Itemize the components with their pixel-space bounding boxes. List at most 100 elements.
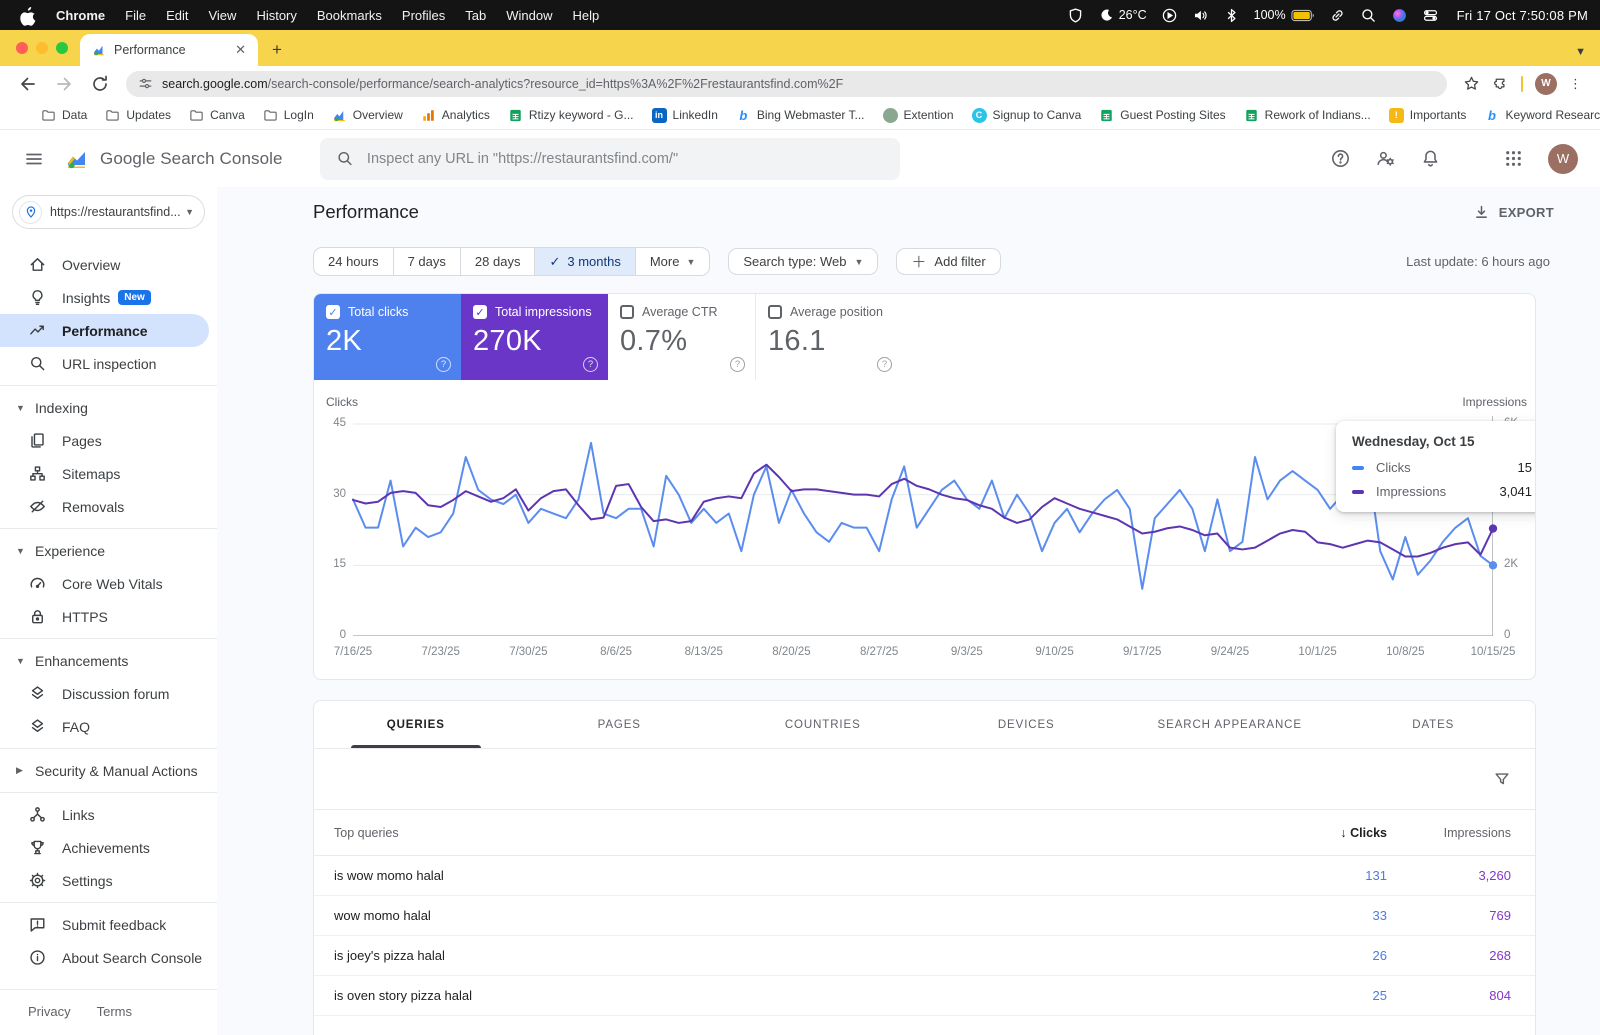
filter-24-hours[interactable]: 24 hours: [314, 248, 393, 275]
new-tab-button[interactable]: +: [264, 37, 290, 63]
close-window-button[interactable]: [16, 42, 28, 54]
sidebar-item-core-web-vitals[interactable]: Core Web Vitals: [0, 567, 217, 600]
filter-more[interactable]: More ▼: [634, 248, 710, 275]
export-button[interactable]: EXPORT: [1473, 204, 1554, 221]
google-apps-grid-icon[interactable]: [1503, 148, 1524, 169]
performance-chart[interactable]: Clicks Impressions 4530150 6K4K2K0 7/16/…: [314, 380, 1535, 679]
bookmark-analytics[interactable]: Analytics: [412, 108, 499, 123]
bluetooth-icon[interactable]: [1223, 7, 1240, 24]
property-selector[interactable]: https://restaurantsfind.... ▼: [12, 195, 205, 229]
bookmark-importants[interactable]: ! Importants: [1380, 107, 1476, 123]
play-circle-icon[interactable]: [1161, 7, 1178, 24]
bookmark-canva[interactable]: Canva: [180, 108, 254, 123]
sidebar-item-discussion-forum[interactable]: Discussion forum: [0, 677, 217, 710]
bookmark-linkedin[interactable]: in LinkedIn: [643, 107, 727, 123]
table-row[interactable]: wow momo halal 33 769: [314, 896, 1535, 936]
sidebar-section-security-manual-actions[interactable]: ▶ Security & Manual Actions: [0, 754, 217, 787]
weather-status[interactable]: 26°C: [1098, 7, 1147, 24]
menu-bookmarks[interactable]: Bookmarks: [307, 8, 392, 23]
url-bar[interactable]: search.google.com/search-console/perform…: [126, 70, 1447, 97]
help-icon[interactable]: ?: [583, 357, 598, 372]
notifications-bell-icon[interactable]: [1420, 148, 1441, 169]
extensions-puzzle-icon[interactable]: [1492, 75, 1509, 92]
help-icon[interactable]: ?: [436, 357, 451, 372]
filter-3-months[interactable]: ✓ 3 months: [534, 248, 635, 275]
help-icon[interactable]: [1330, 148, 1351, 169]
battery-status[interactable]: 100%: [1254, 7, 1315, 24]
sidebar-item-removals[interactable]: Removals: [0, 490, 217, 523]
sidebar-item-submit-feedback[interactable]: Submit feedback: [0, 908, 217, 941]
menu-view[interactable]: View: [198, 8, 246, 23]
checkbox-checked-icon[interactable]: ✓: [473, 305, 487, 319]
bookmark-keyword-research-[interactable]: b Keyword Research...: [1475, 108, 1600, 123]
control-center-icon[interactable]: [1422, 7, 1439, 24]
bookmark-login[interactable]: LogIn: [254, 108, 323, 123]
apple-logo-icon[interactable]: [20, 7, 36, 26]
sidebar-section-enhancements[interactable]: ▼ Enhancements: [0, 644, 217, 677]
forward-button[interactable]: [54, 74, 74, 94]
minimize-window-button[interactable]: [36, 42, 48, 54]
bookmark-rtizy-keyword-g-[interactable]: Rtizy keyword - G...: [499, 108, 643, 123]
filter-7-days[interactable]: 7 days: [392, 248, 460, 275]
spotlight-search-icon[interactable]: [1360, 7, 1377, 24]
bookmark-updates[interactable]: Updates: [96, 108, 180, 123]
bookmark-extention[interactable]: Extention: [874, 107, 963, 123]
sidebar-item-about-search-console[interactable]: About Search Console: [0, 941, 217, 974]
browser-profile-avatar[interactable]: W: [1535, 72, 1557, 95]
sidebar-item-settings[interactable]: Settings: [0, 864, 217, 897]
filter-28-days[interactable]: 28 days: [459, 248, 535, 275]
sidebar-item-sitemaps[interactable]: Sitemaps: [0, 457, 217, 490]
menu-help[interactable]: Help: [563, 8, 610, 23]
browser-menu-icon[interactable]: ⋮: [1569, 76, 1582, 92]
hamburger-menu-icon[interactable]: [24, 149, 44, 169]
bookmark-signup-to-canva[interactable]: C Signup to Canva: [963, 107, 1091, 123]
checkbox-unchecked-icon[interactable]: [768, 305, 782, 319]
add-filter-button[interactable]: ＋ Add filter: [896, 248, 1001, 275]
siri-icon[interactable]: [1391, 7, 1408, 24]
menu-file[interactable]: File: [115, 8, 156, 23]
user-settings-icon[interactable]: [1375, 148, 1396, 169]
bookmark-bing-webmaster-t-[interactable]: b Bing Webmaster T...: [727, 108, 874, 123]
bookmark-guest-posting-sites[interactable]: Guest Posting Sites: [1090, 108, 1234, 123]
metric-card-average-position[interactable]: Average position 16.1?: [755, 294, 902, 380]
bookmark-rework-of-indians-[interactable]: Rework of Indians...: [1235, 108, 1380, 123]
menu-bar-clock[interactable]: Fri 17 Oct 7:50:08 PM: [1457, 8, 1588, 23]
column-clicks-sorted[interactable]: ↓ Clicks: [1277, 826, 1387, 840]
tab-search-chevron-icon[interactable]: ▼: [1575, 46, 1586, 58]
bookmark-overview[interactable]: Overview: [323, 108, 412, 123]
menu-tab[interactable]: Tab: [455, 8, 496, 23]
privacy-link[interactable]: Privacy: [28, 1004, 71, 1019]
gsc-profile-avatar[interactable]: W: [1548, 143, 1578, 174]
help-icon[interactable]: ?: [730, 357, 745, 372]
column-top-queries[interactable]: Top queries: [334, 826, 1277, 840]
volume-icon[interactable]: [1192, 7, 1209, 24]
url-inspect-input[interactable]: [366, 150, 884, 167]
browser-tab[interactable]: Performance ✕: [80, 34, 258, 66]
menu-history[interactable]: History: [246, 8, 306, 23]
table-row[interactable]: is oven story pizza halal 25 804: [314, 976, 1535, 1016]
tab-pages[interactable]: PAGES: [518, 701, 722, 748]
sidebar-item-url-inspection[interactable]: URL inspection: [0, 347, 217, 380]
menu-profiles[interactable]: Profiles: [392, 8, 455, 23]
sidebar-item-overview[interactable]: Overview: [0, 248, 217, 281]
bookmark-data[interactable]: Data: [32, 108, 96, 123]
metric-card-average-ctr[interactable]: Average CTR 0.7%?: [608, 294, 755, 380]
terms-link[interactable]: Terms: [97, 1004, 132, 1019]
close-tab-icon[interactable]: ✕: [231, 42, 250, 58]
tab-queries[interactable]: QUERIES: [314, 701, 518, 748]
tab-search-appearance[interactable]: SEARCH APPEARANCE: [1128, 701, 1332, 748]
sidebar-item-links[interactable]: Links: [0, 798, 217, 831]
zoom-window-button[interactable]: [56, 42, 68, 54]
metric-card-total-impressions[interactable]: ✓ Total impressions 270K?: [461, 294, 608, 380]
site-settings-icon[interactable]: [138, 76, 153, 91]
menu-window[interactable]: Window: [496, 8, 562, 23]
bookmark-star-icon[interactable]: [1463, 75, 1480, 92]
sidebar-item-pages[interactable]: Pages: [0, 424, 217, 457]
metric-card-total-clicks[interactable]: ✓ Total clicks 2K?: [314, 294, 461, 380]
tab-dates[interactable]: DATES: [1332, 701, 1536, 748]
table-row[interactable]: is wow momo halal 131 3,260: [314, 856, 1535, 896]
checkbox-checked-icon[interactable]: ✓: [326, 305, 340, 319]
sidebar-section-experience[interactable]: ▼ Experience: [0, 534, 217, 567]
menu-edit[interactable]: Edit: [156, 8, 198, 23]
help-icon[interactable]: ?: [877, 357, 892, 372]
